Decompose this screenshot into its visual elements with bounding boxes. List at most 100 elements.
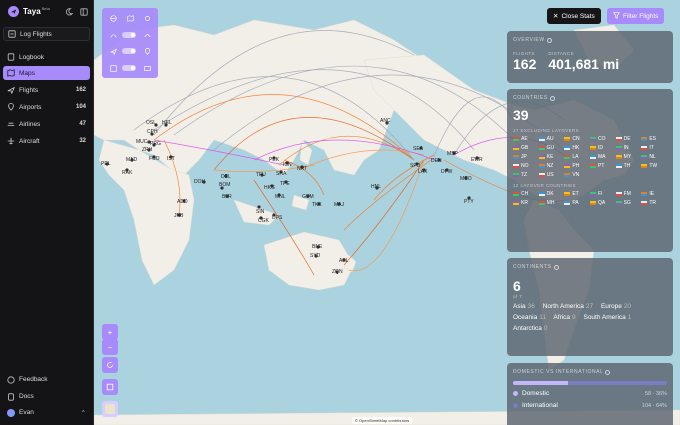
country-flag-item[interactable]: DK bbox=[538, 191, 565, 197]
country-flag-item[interactable]: QA bbox=[589, 200, 616, 206]
map-attribution[interactable]: © OpenStreetMap contributors bbox=[352, 417, 413, 424]
theme-toggle-icon[interactable] bbox=[64, 7, 73, 16]
arc-icon bbox=[109, 31, 117, 39]
country-code: TR bbox=[649, 200, 656, 206]
country-flag-item[interactable]: FI bbox=[589, 191, 616, 197]
filter-flights-button[interactable]: Filter Flights bbox=[607, 8, 665, 24]
country-flag-item[interactable]: NO bbox=[513, 163, 539, 169]
country-flag-item[interactable]: ET bbox=[564, 191, 590, 197]
close-stats-button[interactable]: ✕ Close Stats bbox=[547, 8, 601, 24]
country-code: CN bbox=[572, 136, 580, 142]
reset-view-button[interactable] bbox=[102, 357, 118, 373]
brand[interactable]: Taya Beta bbox=[8, 6, 50, 17]
country-flag-item[interactable]: VN bbox=[564, 172, 590, 178]
sidebar-item-label: Airlines bbox=[19, 120, 41, 128]
plane-logo-icon bbox=[8, 6, 19, 17]
country-flag-item[interactable]: MH bbox=[538, 200, 565, 206]
info-icon[interactable] bbox=[553, 264, 559, 270]
info-icon[interactable] bbox=[546, 37, 552, 43]
feedback-link[interactable]: Feedback bbox=[3, 373, 90, 386]
refresh-icon bbox=[107, 362, 113, 368]
svg-text:IST: IST bbox=[167, 156, 175, 162]
labels-toggle[interactable] bbox=[122, 65, 136, 71]
layers-button[interactable] bbox=[102, 379, 118, 395]
country-code: TZ bbox=[521, 172, 528, 178]
country-flag-item[interactable]: US bbox=[538, 172, 565, 178]
country-flag-item[interactable]: ID bbox=[589, 145, 616, 151]
country-flag-item[interactable]: KE bbox=[538, 154, 565, 160]
log-flights-button[interactable]: Log Flights bbox=[3, 27, 90, 41]
country-flag-item[interactable]: JP bbox=[513, 154, 539, 160]
avatar bbox=[7, 408, 15, 417]
plane-icon bbox=[109, 47, 117, 55]
country-flag-item[interactable]: PA bbox=[564, 200, 590, 206]
country-flag-item[interactable]: TR bbox=[641, 200, 667, 206]
globe-icon[interactable] bbox=[109, 14, 117, 22]
sidebar-item-aircraft[interactable]: Aircraft 32 bbox=[3, 134, 90, 148]
country-flag-item[interactable]: NL bbox=[641, 154, 667, 160]
country-flag-item[interactable]: NZ bbox=[538, 163, 565, 169]
filter-icon bbox=[613, 11, 620, 21]
country-flag-item[interactable]: IT bbox=[641, 145, 667, 151]
country-flag-item[interactable]: CO bbox=[589, 136, 616, 142]
country-flag-item[interactable]: TW bbox=[641, 163, 667, 169]
flag-icon bbox=[589, 192, 596, 196]
aircraft-icon bbox=[7, 137, 15, 145]
country-flag-item[interactable]: ES bbox=[641, 136, 667, 142]
country-flag-item[interactable]: DE bbox=[615, 136, 642, 142]
svg-text:NRT: NRT bbox=[297, 166, 307, 172]
country-flag-item[interactable]: AE bbox=[513, 136, 539, 142]
country-flag-item[interactable]: TZ bbox=[513, 172, 539, 178]
country-flag-item[interactable]: IE bbox=[641, 191, 667, 197]
arcs-toggle[interactable] bbox=[122, 32, 136, 38]
country-flag-item[interactable]: FM bbox=[615, 191, 642, 197]
country-flag-item[interactable]: IN bbox=[615, 145, 642, 151]
style-preview-button[interactable] bbox=[102, 401, 118, 417]
svg-text:BNE: BNE bbox=[312, 244, 323, 250]
docs-link[interactable]: Docs bbox=[3, 390, 90, 403]
country-flag-item[interactable]: SG bbox=[615, 200, 642, 206]
country-flag-item[interactable]: LA bbox=[564, 154, 590, 160]
country-flag-item[interactable]: TH bbox=[615, 163, 642, 169]
country-flag-item[interactable]: AU bbox=[538, 136, 565, 142]
layers-icon bbox=[143, 64, 151, 72]
country-flag-item[interactable]: KR bbox=[513, 200, 539, 206]
country-flag-item[interactable]: MA bbox=[589, 154, 616, 160]
user-menu[interactable]: Evan ⌃ bbox=[3, 406, 90, 419]
settings-icon[interactable] bbox=[143, 14, 151, 22]
sidebar-item-flights[interactable]: Flights 162 bbox=[3, 83, 90, 97]
domestic-international-card: DOMESTIC VS INTERNATIONAL Domestic 58 · … bbox=[507, 363, 673, 425]
sidebar-collapse-icon[interactable] bbox=[79, 7, 88, 16]
grid-icon bbox=[109, 64, 117, 72]
countries-count: 39 bbox=[513, 107, 529, 123]
airport-marker: MAD bbox=[126, 157, 138, 163]
airport-marker: ZQN bbox=[332, 269, 343, 275]
country-flag-item[interactable]: MY bbox=[615, 154, 642, 160]
continents-count: 6 bbox=[513, 278, 521, 294]
sidebar-item-airlines[interactable]: Airlines 47 bbox=[3, 117, 90, 131]
country-flag-item[interactable]: CH bbox=[513, 191, 539, 197]
close-icon: ✕ bbox=[553, 13, 559, 20]
zoom-out-button[interactable]: − bbox=[102, 339, 118, 355]
airport-marker: DFW bbox=[441, 168, 453, 175]
country-flag-item[interactable]: PH bbox=[564, 163, 590, 169]
sidebar-item-logbook[interactable]: Logbook bbox=[3, 50, 90, 64]
country-flag-item[interactable]: GB bbox=[513, 145, 539, 151]
info-icon[interactable] bbox=[605, 369, 611, 375]
planes-toggle[interactable] bbox=[122, 48, 136, 54]
country-flag-item[interactable]: PT bbox=[589, 163, 616, 169]
airport-marker: SFO bbox=[410, 162, 420, 169]
svg-text:HEL: HEL bbox=[162, 120, 172, 126]
svg-text:TFU: TFU bbox=[256, 172, 266, 178]
info-icon[interactable] bbox=[549, 95, 555, 101]
svg-text:PDL: PDL bbox=[101, 161, 111, 167]
zoom-in-button[interactable]: + bbox=[102, 324, 118, 340]
country-code: ES bbox=[649, 136, 656, 142]
sidebar-item-maps[interactable]: Maps bbox=[3, 66, 90, 80]
country-code: IT bbox=[649, 145, 654, 151]
country-flag-item[interactable]: HK bbox=[564, 145, 590, 151]
sidebar-item-airports[interactable]: Airports 104 bbox=[3, 100, 90, 114]
map-view-icon[interactable] bbox=[126, 14, 134, 22]
country-flag-item[interactable]: CN bbox=[564, 136, 590, 142]
country-flag-item[interactable]: GU bbox=[538, 145, 565, 151]
